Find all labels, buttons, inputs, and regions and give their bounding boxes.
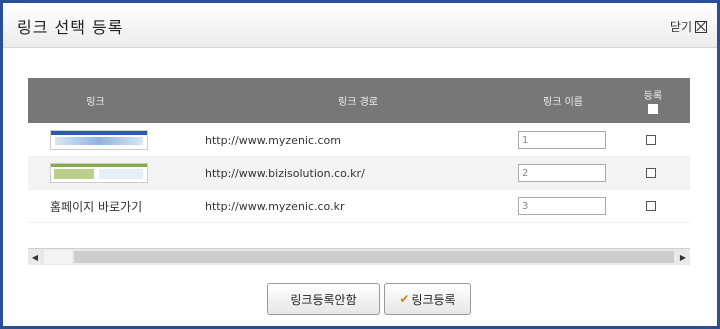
- link-name-cell: [518, 124, 618, 156]
- header-path: 링크 경로: [338, 97, 378, 108]
- register-checkbox[interactable]: [646, 168, 656, 178]
- link-name-input[interactable]: [518, 197, 606, 215]
- link-name-input[interactable]: [518, 131, 606, 149]
- check-icon: ✔: [399, 292, 410, 306]
- register-cell: [646, 157, 666, 189]
- scroll-left-arrow-icon[interactable]: ◀: [28, 249, 42, 265]
- register-checkbox[interactable]: [646, 135, 656, 145]
- link-register-button[interactable]: ✔ 링크등록: [384, 283, 471, 315]
- table-row: 홈페이지 바로가기 http://www.myzenic.co.kr: [28, 190, 690, 223]
- link-text[interactable]: 홈페이지 바로가기: [50, 190, 190, 222]
- dialog-title: 링크 선택 등록: [17, 18, 124, 37]
- table-row: http://www.bizisolution.co.kr/: [28, 157, 690, 190]
- link-path: http://www.myzenic.co.kr: [205, 199, 345, 213]
- register-checkbox[interactable]: [646, 201, 656, 211]
- table-header: 링크 링크 경로 링크 이름 등록: [28, 78, 690, 123]
- horizontal-scrollbar[interactable]: ◀ ▶: [28, 248, 690, 265]
- header-link: 링크: [86, 97, 105, 108]
- header-name: 링크 이름: [543, 97, 583, 108]
- link-table: 링크 링크 경로 링크 이름 등록 http://www.myzenic.com: [28, 78, 690, 248]
- link-name-cell: [518, 190, 618, 222]
- header-register: 등록: [638, 78, 668, 123]
- scroll-track[interactable]: [74, 251, 674, 263]
- link-select-dialog: 링크 선택 등록 닫기 링크 링크 경로 링크 이름 등록 http://www…: [3, 3, 717, 326]
- select-all-checkbox[interactable]: [648, 104, 658, 114]
- close-icon[interactable]: [695, 20, 707, 33]
- link-path: http://www.bizisolution.co.kr/: [205, 166, 365, 180]
- link-cell: [50, 157, 160, 189]
- link-register-label: 링크등록: [411, 292, 456, 307]
- link-name-input[interactable]: [518, 164, 606, 182]
- scroll-thumb[interactable]: [44, 250, 72, 264]
- no-link-register-button[interactable]: 링크등록안함: [267, 283, 380, 315]
- table-row: http://www.myzenic.com: [28, 124, 690, 157]
- link-banner-thumbnail[interactable]: [50, 163, 148, 183]
- register-cell: [646, 190, 666, 222]
- close-label: 닫기: [669, 20, 692, 34]
- dialog-titlebar: 링크 선택 등록 닫기: [3, 3, 717, 48]
- header-register-label: 등록: [643, 91, 663, 102]
- link-path: http://www.myzenic.com: [205, 133, 342, 147]
- scroll-right-arrow-icon[interactable]: ▶: [676, 249, 690, 265]
- link-cell: [50, 124, 160, 156]
- link-banner-thumbnail[interactable]: [50, 130, 148, 150]
- register-cell: [646, 124, 666, 156]
- close-button[interactable]: 닫기: [670, 18, 707, 35]
- link-name-cell: [518, 157, 618, 189]
